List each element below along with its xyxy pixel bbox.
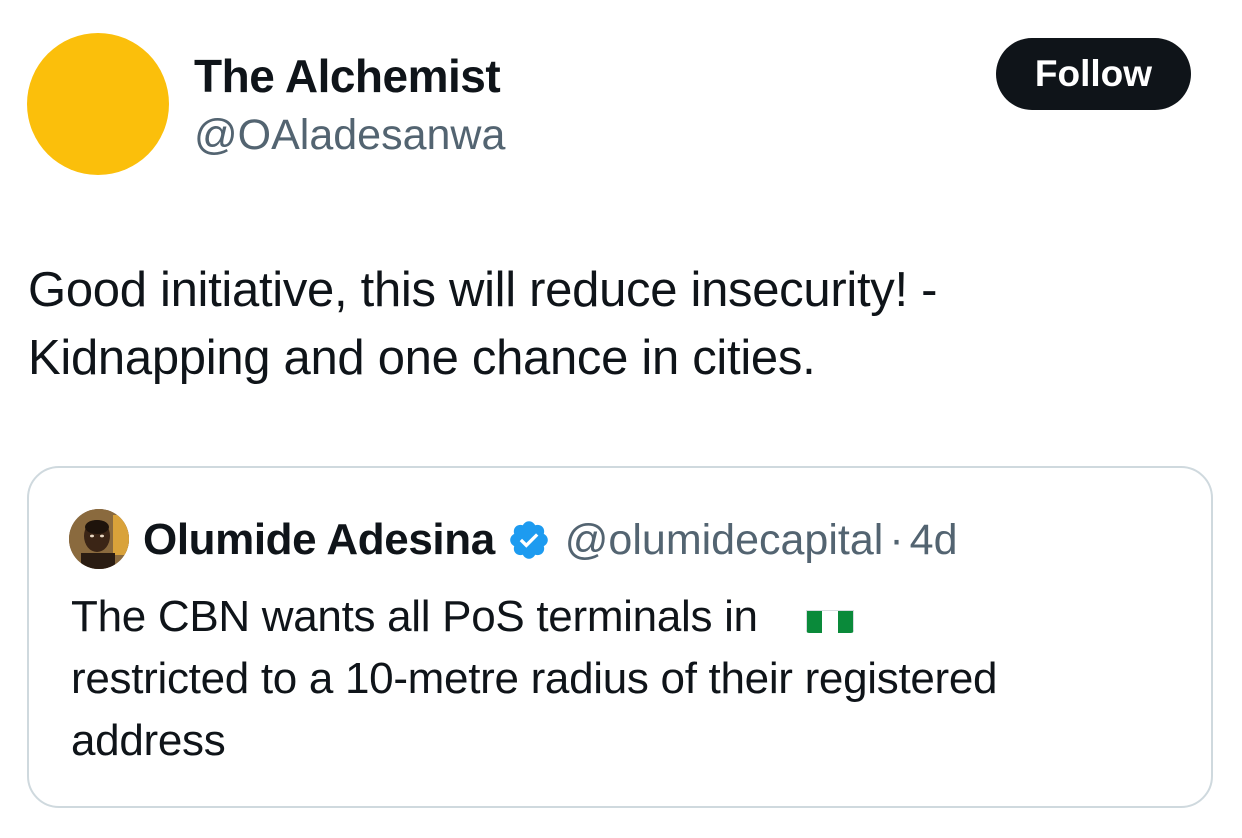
quoted-tweet-text: The CBN wants all PoS terminals in restr…	[71, 586, 1181, 772]
author-handle[interactable]: @OAladesanwa	[194, 110, 505, 160]
quoted-author-avatar[interactable]	[69, 509, 129, 569]
separator-dot: ·	[889, 515, 904, 564]
quoted-tweet-time[interactable]: 4d	[910, 516, 958, 565]
quoted-author-handle[interactable]: @olumidecapital	[565, 516, 884, 565]
verified-badge-icon	[509, 521, 548, 559]
quoted-text-line-2: restricted to a 10-metre radius of their…	[71, 654, 998, 703]
quoted-text-line-1-content: The CBN wants all PoS terminals in	[71, 592, 758, 641]
quoted-tweet-header: Olumide Adesina @olumidecapital · 4d	[143, 512, 958, 568]
follow-button[interactable]: Follow	[996, 38, 1191, 110]
quoted-author-name[interactable]: Olumide Adesina	[143, 515, 495, 565]
tweet-text: Good initiative, this will reduce insecu…	[28, 256, 1208, 392]
quoted-text-line-1: The CBN wants all PoS terminals in	[71, 586, 1181, 648]
nigeria-flag-icon	[805, 599, 854, 633]
tweet-text-line-1: Good initiative, this will reduce insecu…	[28, 263, 938, 317]
quoted-text-line-3: address	[71, 716, 226, 765]
tweet-text-line-2: Kidnapping and one chance in cities.	[28, 331, 816, 385]
author-display-name[interactable]: The Alchemist	[194, 50, 501, 102]
quoted-tweet-card[interactable]: Olumide Adesina @olumidecapital · 4d The…	[27, 466, 1213, 808]
person-photo-icon	[69, 509, 129, 569]
author-avatar[interactable]	[27, 33, 169, 175]
